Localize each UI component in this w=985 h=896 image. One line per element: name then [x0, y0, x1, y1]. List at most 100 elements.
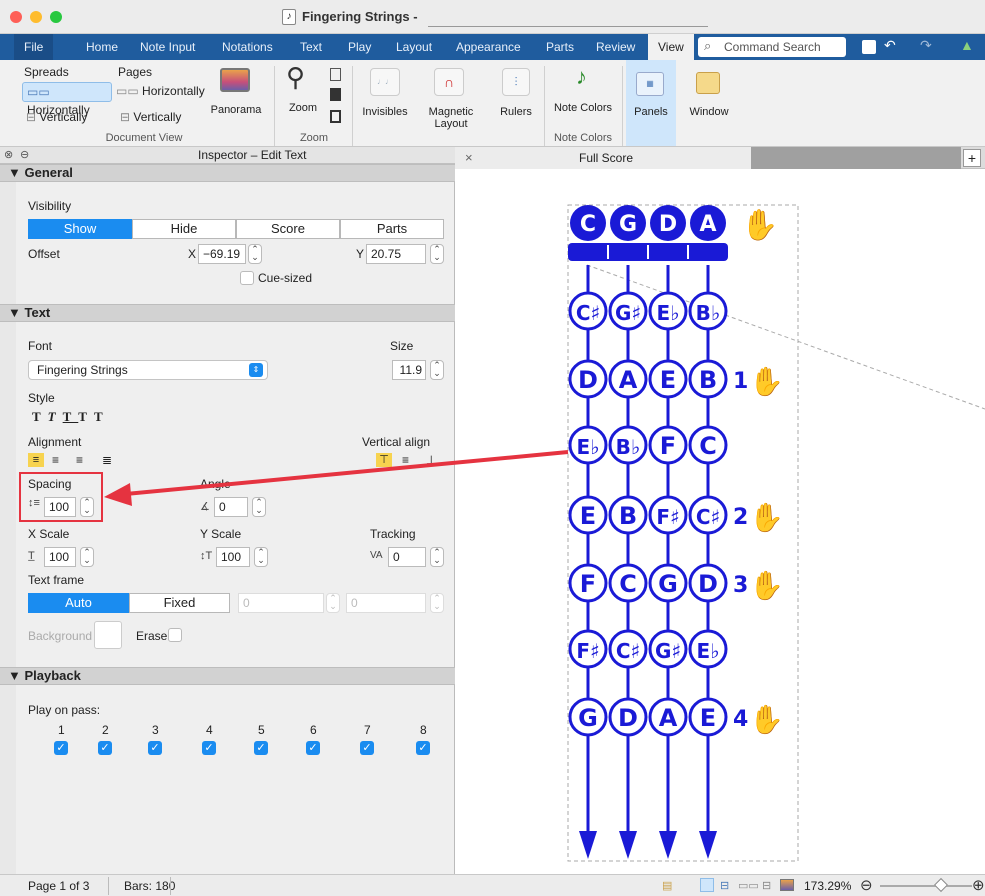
italic-icon[interactable]: T [48, 409, 63, 424]
undo-icon[interactable]: ↶ [884, 37, 896, 54]
tracking-input[interactable]: 0 [388, 547, 426, 567]
zoom-window-button[interactable] [50, 11, 62, 23]
underline-icon[interactable]: T [63, 409, 79, 424]
x-scale-stepper[interactable]: ⌃ ⌄ [80, 547, 94, 567]
tab-home[interactable]: Home [76, 34, 128, 60]
zoom-slider-track[interactable] [880, 885, 972, 887]
save-icon[interactable] [862, 40, 876, 54]
offset-x-input[interactable]: −69.19 [198, 244, 246, 264]
panels-button[interactable]: Panels [630, 106, 672, 118]
invisibles-button[interactable]: Invisibles [358, 106, 412, 118]
rulers-button[interactable]: Rulers [494, 106, 538, 118]
align-right-icon[interactable]: ≡ [76, 453, 83, 467]
cue-sized-checkbox[interactable] [240, 271, 254, 285]
style-buttons[interactable]: TTTTT [32, 409, 110, 425]
vertical-view-icon[interactable]: ⊟ [720, 879, 729, 892]
pass-checkbox[interactable]: ✓ [254, 741, 268, 755]
frame-fixed-button[interactable]: Fixed [129, 593, 230, 613]
valign-bottom-icon[interactable]: ⊥ [426, 453, 436, 467]
pages-vertically-button[interactable]: ⊟ Vertically [120, 110, 181, 124]
frame-width-input[interactable]: 0 [238, 593, 324, 613]
erase-checkbox[interactable] [168, 628, 182, 642]
background-color-well[interactable] [94, 621, 122, 649]
angle-stepper[interactable]: ⌃ ⌄ [252, 497, 266, 517]
angle-input[interactable]: 0 [214, 497, 248, 517]
pass-checkbox[interactable]: ✓ [98, 741, 112, 755]
panels-icon[interactable]: ▦ [636, 72, 664, 96]
rulers-icon[interactable]: ⫶ [502, 68, 530, 96]
tab-review[interactable]: Review [586, 34, 645, 60]
close-window-button[interactable] [10, 11, 22, 23]
pass-checkbox[interactable]: ✓ [54, 741, 68, 755]
pass-checkbox[interactable]: ✓ [202, 741, 216, 755]
valign-middle-icon[interactable]: ≡ [402, 453, 409, 467]
panorama-icon[interactable] [780, 879, 794, 891]
tab-view[interactable]: View [648, 34, 694, 60]
x-scale-input[interactable]: 100 [44, 547, 76, 567]
zoom-magnifier-icon[interactable]: ⚲ [286, 62, 305, 93]
bold-icon[interactable]: T [32, 409, 48, 424]
tab-file[interactable]: File [14, 34, 54, 60]
pages-horizontally-button[interactable]: ▭▭ Horizontally [116, 84, 205, 98]
window-button[interactable]: Window [684, 106, 734, 118]
tab-play[interactable]: Play [338, 34, 381, 60]
offset-y-input[interactable]: 20.75 [366, 244, 426, 264]
vertical-pages-icon[interactable]: ⊟ [762, 879, 771, 892]
tab-note-input[interactable]: Note Input [130, 34, 205, 60]
align-left-icon[interactable]: ≡ [28, 453, 44, 467]
size-stepper[interactable]: ⌃ ⌄ [430, 360, 444, 380]
visibility-parts-button[interactable]: Parts [340, 219, 444, 239]
tracking-stepper[interactable]: ⌃ ⌄ [430, 547, 444, 567]
subscript-icon[interactable]: T [78, 409, 94, 424]
panorama-icon[interactable] [220, 68, 250, 92]
visibility-score-button[interactable]: Score [236, 219, 340, 239]
add-tab-button[interactable]: + [963, 149, 981, 167]
align-justify-icon[interactable]: ≣ [102, 453, 112, 467]
spreads-horizontally-button[interactable]: ▭▭ Horizontally [22, 82, 112, 117]
note-colors-button[interactable]: Note Colors [552, 102, 614, 114]
note-colors-icon[interactable]: ♪ [576, 64, 587, 90]
font-select[interactable]: Fingering Strings ⇕ [28, 360, 268, 380]
zoom-slider-handle[interactable] [933, 877, 949, 893]
part-icon[interactable]: ▤ [662, 879, 672, 892]
y-scale-input[interactable]: 100 [216, 547, 250, 567]
pass-checkbox[interactable]: ✓ [416, 741, 430, 755]
redo-icon[interactable]: ↷ [920, 37, 932, 54]
close-icon[interactable]: ⊗ [4, 148, 13, 161]
zoom-button[interactable]: Zoom [286, 102, 320, 114]
invisibles-icon[interactable]: ♩♩ [370, 68, 400, 96]
general-section-header[interactable]: ▼ General [0, 164, 455, 182]
horizontal-view-icon[interactable]: ▭▭ [738, 879, 759, 892]
whole-page-icon[interactable] [330, 88, 341, 101]
pass-checkbox[interactable]: ✓ [360, 741, 374, 755]
align-center-icon[interactable]: ≡ [52, 453, 59, 467]
two-pages-icon[interactable] [330, 110, 341, 123]
zoom-out-icon[interactable]: ⊖ [860, 876, 873, 894]
plugin-icon[interactable]: ▲ [960, 37, 974, 53]
y-scale-stepper[interactable]: ⌃ ⌄ [254, 547, 268, 567]
pass-checkbox[interactable]: ✓ [306, 741, 320, 755]
window-icon[interactable] [696, 72, 720, 94]
minimize-window-button[interactable] [30, 11, 42, 23]
text-section-header[interactable]: ▼ Text [0, 304, 455, 322]
tab-appearance[interactable]: Appearance [446, 34, 531, 60]
size-input[interactable]: 11.9 [392, 360, 426, 380]
offset-x-stepper[interactable]: ⌃ ⌄ [248, 244, 262, 264]
zoom-in-icon[interactable]: ⊕ [972, 876, 985, 894]
offset-y-stepper[interactable]: ⌃ ⌄ [430, 244, 444, 264]
frame-auto-button[interactable]: Auto [28, 593, 129, 613]
magnetic-layout-button[interactable]: Magnetic Layout [424, 106, 478, 130]
valign-top-icon[interactable]: ⊤ [376, 453, 392, 467]
page-width-icon[interactable] [330, 68, 341, 81]
frame-width-stepper[interactable]: ⌃ ⌄ [326, 593, 340, 613]
close-tab-icon[interactable]: × [465, 150, 473, 165]
command-search-input[interactable]: ⌕ Command Search [698, 37, 846, 57]
minimize-icon[interactable]: ⊖ [20, 148, 29, 161]
tab-notations[interactable]: Notations [212, 34, 283, 60]
tab-parts[interactable]: Parts [536, 34, 584, 60]
frame-height-input[interactable]: 0 [346, 593, 426, 613]
spreads-vertically-button[interactable]: ⊟ Vertically [26, 110, 87, 124]
tab-layout[interactable]: Layout [386, 34, 442, 60]
frame-height-stepper[interactable]: ⌃ ⌄ [430, 593, 444, 613]
pass-checkbox[interactable]: ✓ [148, 741, 162, 755]
